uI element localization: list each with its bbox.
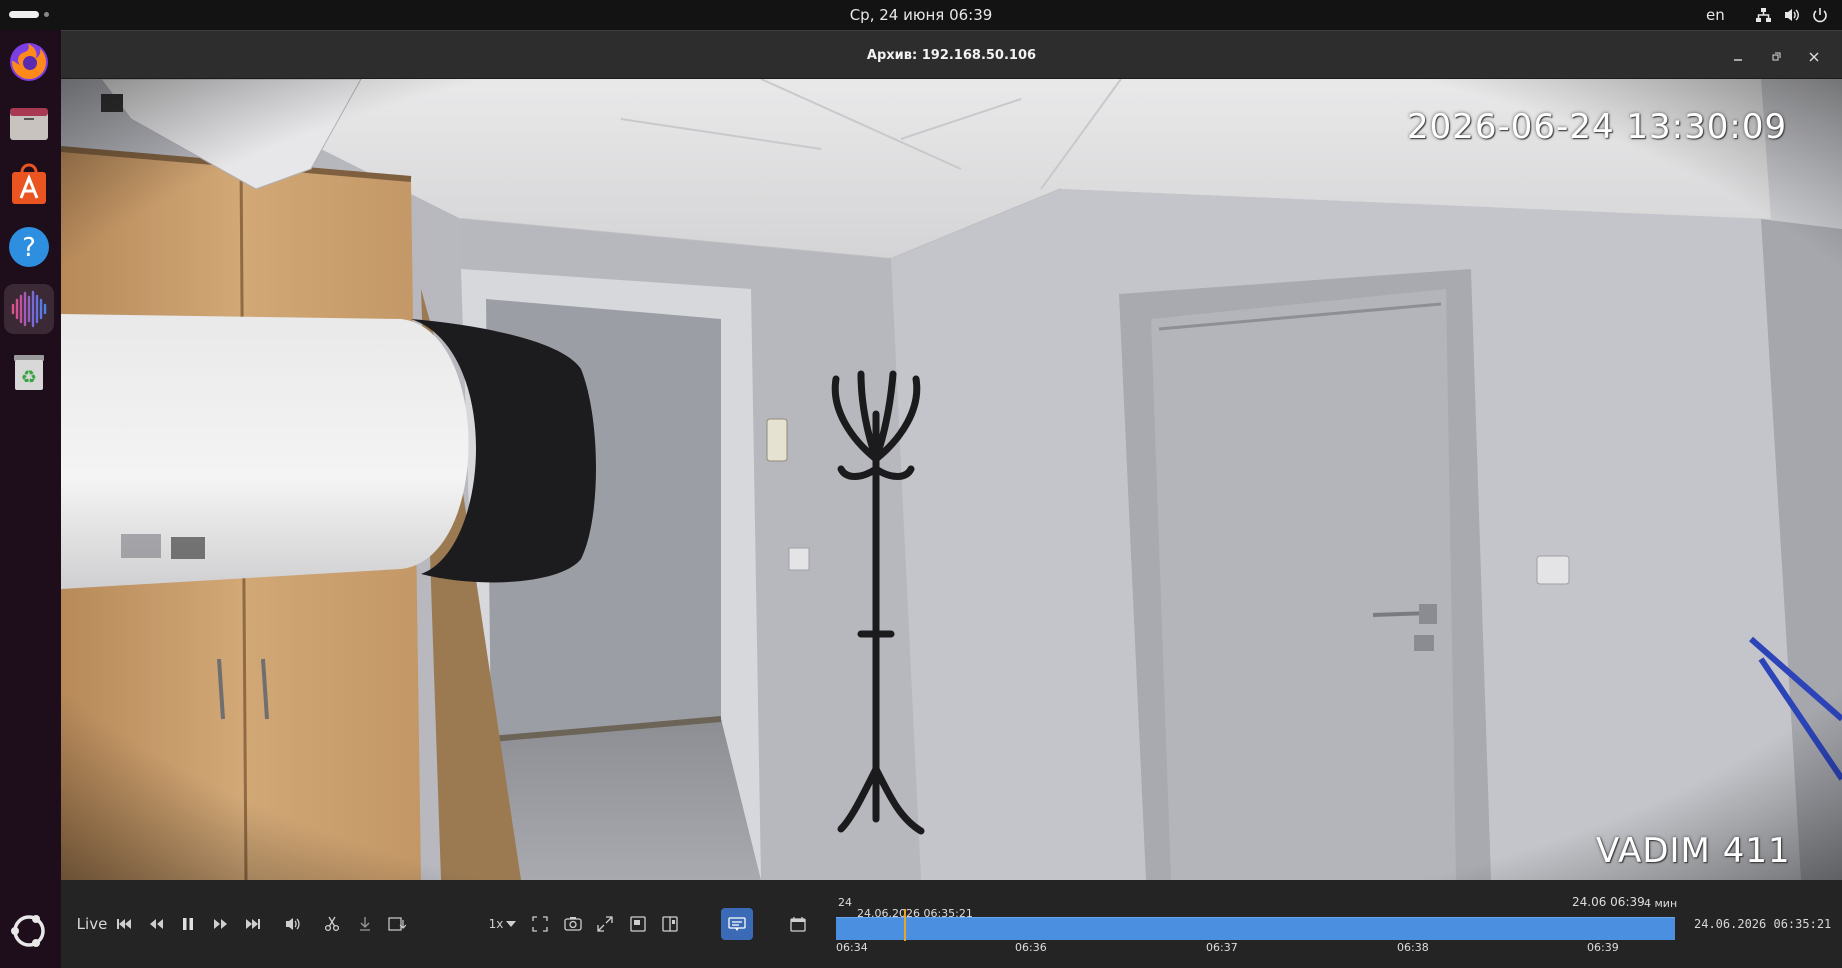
- volume-icon[interactable]: [1783, 6, 1801, 24]
- restore-icon[interactable]: [1765, 46, 1787, 68]
- playback-controls: Live 1x 24 24.06.2026 06:35:21 24.06 06:…: [61, 880, 1842, 968]
- skip-end-icon[interactable]: [242, 908, 264, 940]
- power-icon[interactable]: [1811, 6, 1829, 24]
- firefox-icon[interactable]: [4, 36, 54, 86]
- timeline-end-label: 24.06 06:39: [1572, 895, 1645, 909]
- export-download-icon[interactable]: [353, 908, 377, 940]
- calendar-icon[interactable]: [786, 908, 810, 940]
- archive-window: Архив: 192.168.50.106 2026-06-24 13:30:0…: [61, 30, 1842, 968]
- system-top-bar: Ср, 24 июня 06:39 en: [0, 0, 1842, 30]
- current-time-readout: 24.06.2026 06:35:21: [1694, 917, 1832, 931]
- timeline-tick: 06:36: [1015, 941, 1047, 954]
- clock[interactable]: Ср, 24 июня 06:39: [0, 0, 1842, 30]
- cut-icon[interactable]: [320, 908, 344, 940]
- layout-split-icon[interactable]: [658, 908, 682, 940]
- chevron-down-icon[interactable]: [502, 908, 520, 940]
- camera-frame-image: [61, 79, 1842, 880]
- dock: ? ♻: [0, 30, 61, 968]
- osd-timestamp: 2026-06-24 13:30:09: [1407, 107, 1788, 147]
- camera-video-view[interactable]: 2026-06-24 13:30:09 VADIM 411: [61, 79, 1842, 880]
- window-titlebar[interactable]: Архив: 192.168.50.106: [61, 30, 1842, 79]
- timeline-bar[interactable]: [836, 917, 1675, 940]
- files-icon[interactable]: [4, 98, 54, 148]
- bookmark-export-icon[interactable]: [385, 908, 409, 940]
- timeline-tick: 06:34: [836, 941, 868, 954]
- osd-camera-name: VADIM 411: [1596, 831, 1791, 871]
- audio-wave-icon[interactable]: [4, 284, 54, 334]
- timeline-tick: 06:38: [1397, 941, 1429, 954]
- live-button[interactable]: Live: [73, 908, 111, 940]
- window-title: Архив: 192.168.50.106: [866, 48, 1037, 63]
- picture-in-picture-icon[interactable]: [626, 908, 650, 940]
- input-language[interactable]: en: [1706, 0, 1725, 30]
- subtitles-toggle-icon[interactable]: [721, 908, 753, 940]
- trash-icon[interactable]: ♻: [4, 346, 54, 396]
- timeline-playhead[interactable]: [904, 909, 906, 941]
- snapshot-camera-icon[interactable]: [561, 908, 585, 940]
- zoom-region-icon[interactable]: [528, 908, 552, 940]
- help-icon[interactable]: ?: [4, 222, 54, 272]
- network-icon[interactable]: [1754, 6, 1772, 24]
- fullscreen-icon[interactable]: [593, 908, 617, 940]
- timeline-cut-marker: 24: [838, 896, 852, 909]
- ubuntu-icon[interactable]: [4, 906, 54, 956]
- timeline-scale-label[interactable]: 4 мин: [1644, 897, 1677, 910]
- skip-start-icon[interactable]: [113, 908, 135, 940]
- timeline-tick: 06:37: [1206, 941, 1238, 954]
- svg-text:♻: ♻: [21, 367, 37, 388]
- rewind-icon[interactable]: [145, 908, 167, 940]
- pause-icon[interactable]: [177, 908, 199, 940]
- svg-text:?: ?: [22, 233, 36, 263]
- fast-forward-icon[interactable]: [210, 908, 232, 940]
- timeline-tick: 06:39: [1587, 941, 1619, 954]
- close-icon[interactable]: [1803, 46, 1825, 68]
- app-center-icon[interactable]: [4, 160, 54, 210]
- minimize-icon[interactable]: [1727, 46, 1749, 68]
- volume-icon[interactable]: [281, 908, 305, 940]
